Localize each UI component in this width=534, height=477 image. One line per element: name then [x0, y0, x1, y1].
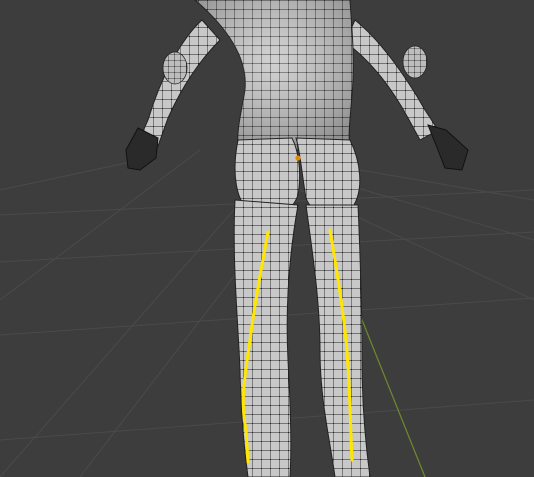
- viewport-scene[interactable]: [0, 0, 534, 477]
- right-arm[interactable]: [344, 19, 439, 141]
- object-origin[interactable]: [295, 155, 301, 161]
- left-elbow-mesh: [162, 51, 188, 85]
- right-glute[interactable]: [295, 137, 361, 216]
- right-leg[interactable]: [305, 204, 371, 477]
- 3d-viewport[interactable]: [0, 0, 534, 477]
- right-glove[interactable]: [427, 124, 469, 171]
- right-elbow-mesh: [402, 45, 428, 79]
- torso-shading: [195, 0, 354, 150]
